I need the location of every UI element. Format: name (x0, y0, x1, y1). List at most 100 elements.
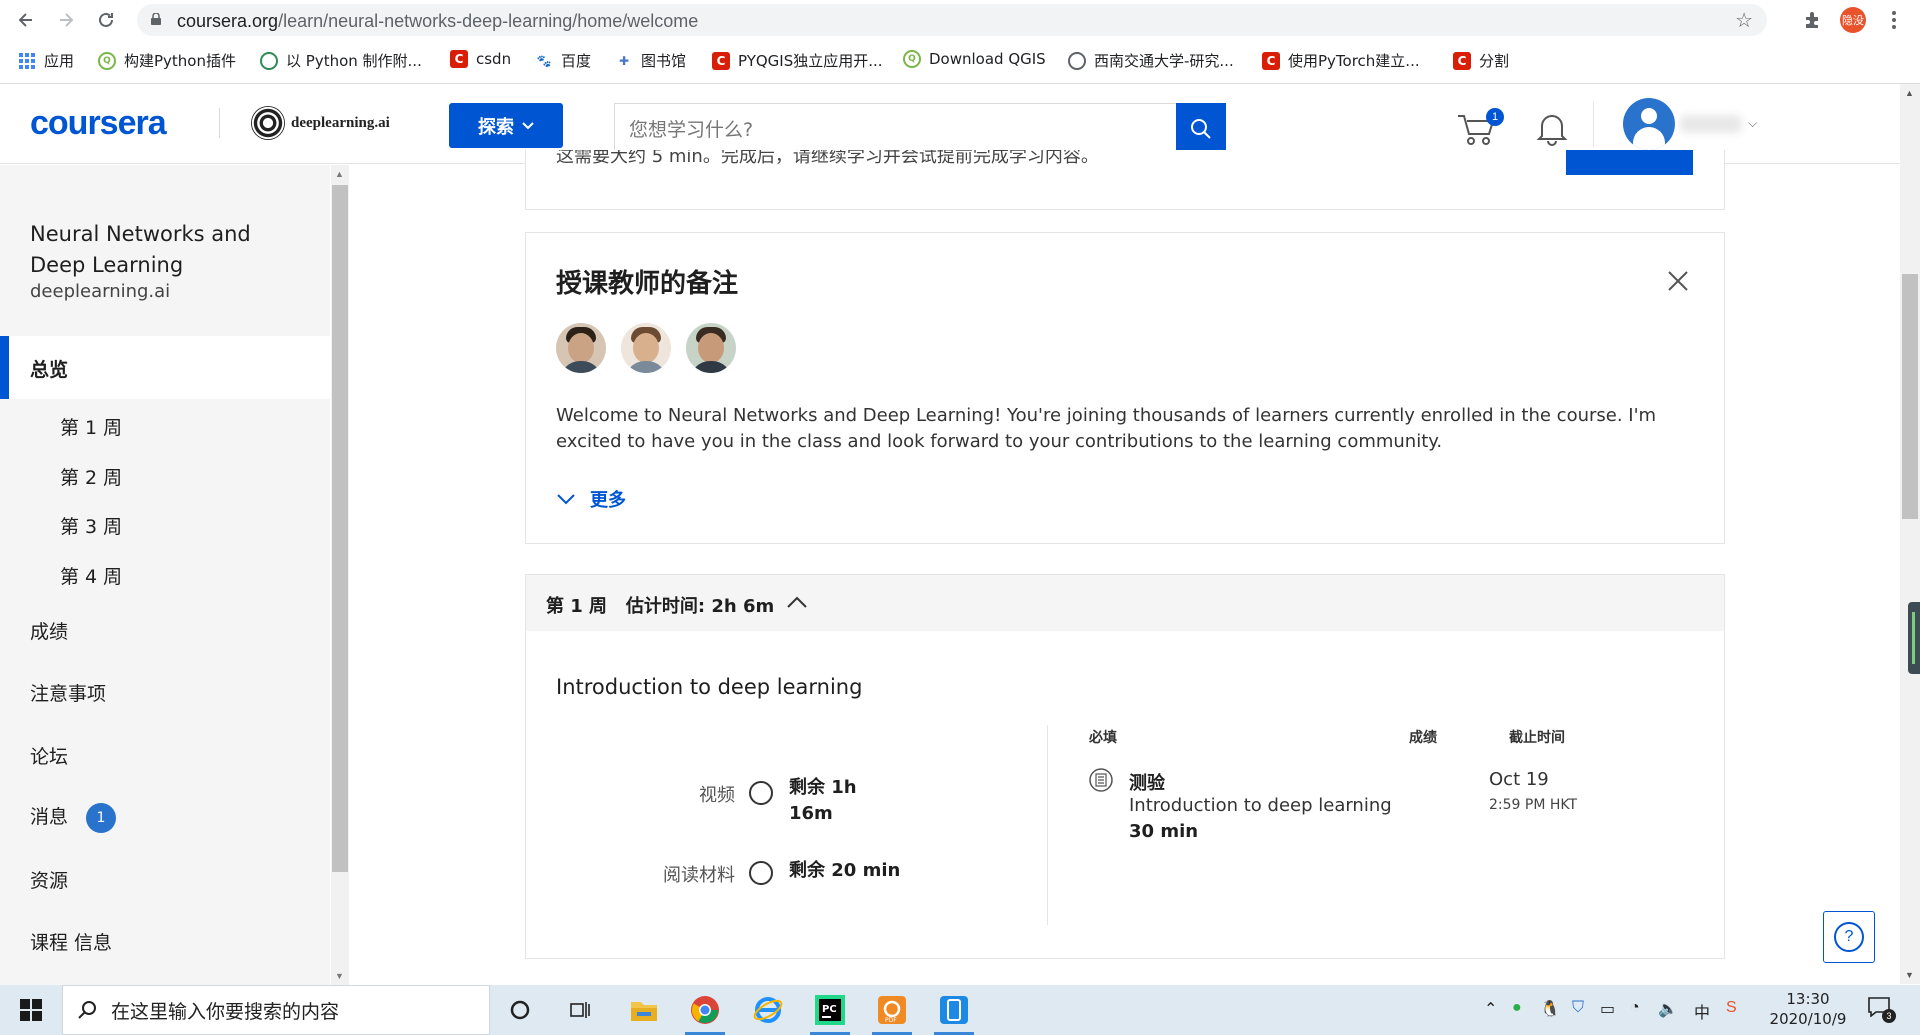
cart-badge: 1 (1486, 108, 1504, 126)
file-explorer-icon[interactable] (618, 990, 670, 1030)
bookmark-item[interactable]: 🐾 百度 (535, 50, 592, 71)
instructor-avatar[interactable] (686, 323, 736, 373)
instructor-avatar[interactable] (556, 323, 606, 373)
lock-icon (151, 13, 161, 25)
week-heading: 第 1 周 估计时间: 2h 6m (546, 596, 775, 617)
svg-text:PDF: PDF (885, 1017, 897, 1024)
battery-icon[interactable]: ▭ (1600, 999, 1615, 1019)
action-center-icon[interactable]: 3 (1868, 997, 1896, 1023)
wifi-icon[interactable]: ◔ (1630, 999, 1640, 1017)
module-title[interactable]: Introduction to deep learning (556, 675, 862, 699)
schedule-card-partial: 这需要大约 5 min。完成后，请继续学习并会试提前完成学习内容。 (525, 150, 1725, 210)
browser-menu-icon[interactable] (1884, 8, 1904, 32)
bookmark-item[interactable]: C csdn (450, 50, 511, 68)
sidebar-item-notes[interactable]: 注意事项 (30, 679, 106, 706)
deeplearning-logo[interactable]: deeplearning.ai (251, 106, 390, 140)
instructor-notes-card: 授课教师的备注 Welcome to Neural Networks and D… (525, 232, 1725, 544)
bookmark-item[interactable]: C 使用PyTorch建立... (1262, 50, 1420, 71)
chevron-up-icon[interactable] (786, 595, 808, 609)
week-1-card: 第 1 周 估计时间: 2h 6m Introduction to deep l… (525, 574, 1725, 959)
cortana-icon[interactable] (494, 990, 546, 1030)
qq-icon[interactable]: 🐧 (1540, 999, 1560, 1019)
sidebar-item-week-2[interactable]: 第 2 周 (60, 463, 122, 490)
scroll-up-icon[interactable]: ▲ (335, 169, 344, 179)
forward-arrow-icon[interactable] (52, 6, 80, 34)
explore-button[interactable]: 探索 (449, 103, 563, 148)
windows-start-icon[interactable] (10, 997, 50, 1023)
scroll-down-icon[interactable]: ▼ (1905, 970, 1914, 980)
course-provider: deeplearning.ai (30, 281, 171, 302)
chrome-icon[interactable] (679, 990, 731, 1035)
notes-title: 授课教师的备注 (556, 269, 739, 299)
csdn-icon: C (450, 50, 468, 68)
library-icon: ✚ (618, 53, 630, 68)
sidebar-item-forums[interactable]: 论坛 (30, 742, 68, 769)
sogou-ime-icon[interactable]: S (1726, 999, 1737, 1017)
scrollbar-thumb[interactable] (1902, 274, 1918, 519)
reload-icon[interactable] (92, 6, 120, 34)
url-text: coursera.org/learn/neural-networks-deep-… (177, 11, 699, 31)
sidebar-scrollbar[interactable]: ▲ ▼ (331, 165, 349, 985)
profile-chip[interactable]: 隐没 (1840, 7, 1866, 33)
user-name-redacted[interactable] (1680, 115, 1742, 133)
bookmark-item[interactable]: 西南交通大学-研究... (1068, 50, 1234, 71)
pycharm-icon[interactable]: PC (804, 990, 856, 1035)
search-button[interactable] (1176, 103, 1226, 154)
back-arrow-icon[interactable] (12, 6, 40, 34)
more-link[interactable]: 更多 (556, 486, 626, 512)
week-header[interactable]: 第 1 周 估计时间: 2h 6m (526, 575, 1724, 631)
sidebar-item-overview[interactable]: 总览 (0, 336, 330, 399)
browser-toolbar: coursera.org/learn/neural-networks-deep-… (0, 0, 1920, 84)
bookmark-item[interactable]: C 分割 (1453, 50, 1509, 71)
extensions-puzzle-icon[interactable] (1799, 6, 1827, 34)
sidebar-item-resources[interactable]: 资源 (30, 866, 68, 893)
search-input[interactable]: 您想学习什么? (614, 103, 1177, 154)
bookmark-apps[interactable]: 应用 (18, 50, 74, 71)
close-icon[interactable] (1666, 269, 1690, 293)
sidebar-item-week-1[interactable]: 第 1 周 (60, 413, 122, 440)
col-header-due: 截止时间 (1509, 730, 1565, 746)
side-widget-tab[interactable] (1908, 602, 1920, 674)
pdf-reader-icon[interactable]: PDF (866, 990, 918, 1035)
notifications-button[interactable] (1536, 110, 1568, 146)
bookmark-item[interactable]: Q Download QGIS (903, 50, 1046, 68)
sidebar-item-messages[interactable]: 消息 1 (30, 802, 117, 833)
cart-button[interactable]: 1 (1456, 108, 1504, 148)
sidebar-item-grades[interactable]: 成绩 (30, 617, 68, 644)
address-bar[interactable]: coursera.org/learn/neural-networks-deep-… (137, 4, 1767, 36)
tablet-app-icon[interactable] (928, 990, 980, 1035)
volume-icon[interactable]: 🔈 (1658, 999, 1678, 1019)
bookmark-item[interactable]: Q 构建Python插件 (98, 50, 236, 71)
bell-icon (1536, 115, 1568, 146)
sidebar-item-week-4[interactable]: 第 4 周 (60, 562, 122, 589)
schedule-button[interactable] (1566, 150, 1693, 175)
coursera-logo[interactable]: coursera (30, 104, 167, 143)
user-avatar[interactable] (1623, 98, 1675, 150)
bookmark-item[interactable]: 以 Python 制作附... (260, 50, 422, 71)
bookmark-star-icon[interactable]: ☆ (1735, 8, 1753, 33)
chevron-down-icon[interactable]: ⌵ (1748, 116, 1757, 131)
quiz-type[interactable]: 测验 (1129, 769, 1165, 795)
scrollbar-thumb[interactable] (332, 185, 348, 872)
security-shield-icon[interactable]: ⛉ (1572, 999, 1584, 1017)
bookmark-item[interactable]: C PYQGIS独立应用开... (712, 50, 883, 71)
bookmark-item[interactable]: ✚ 图书馆 (615, 50, 686, 71)
sidebar-item-week-3[interactable]: 第 3 周 (60, 512, 122, 539)
help-button[interactable]: ? (1823, 911, 1875, 963)
tray-expand-icon[interactable]: ⌃ (1484, 999, 1497, 1019)
quiz-name[interactable]: Introduction to deep learning (1129, 795, 1392, 816)
system-clock[interactable]: 13:30 2020/10/9 (1760, 989, 1856, 1029)
internet-explorer-icon[interactable] (742, 990, 794, 1030)
sidebar-item-course-info[interactable]: 课程 信息 (30, 928, 112, 955)
scroll-down-icon[interactable]: ▼ (335, 971, 344, 981)
page-scrollbar[interactable]: ▲ ▼ (1900, 84, 1920, 984)
taskbar-search-input[interactable]: 在这里输入你要搜索的内容 (62, 985, 490, 1035)
instructor-avatar[interactable] (621, 323, 671, 373)
ime-indicator[interactable]: 中 (1694, 999, 1710, 1023)
scroll-up-icon[interactable]: ▲ (1905, 88, 1914, 98)
quiz-icon (1089, 768, 1113, 792)
wechat-icon[interactable]: ● (1512, 999, 1522, 1017)
csdn-icon: C (1262, 51, 1280, 70)
task-view-icon[interactable] (554, 990, 606, 1030)
course-title[interactable]: Neural Networks and Deep Learning (30, 219, 310, 281)
